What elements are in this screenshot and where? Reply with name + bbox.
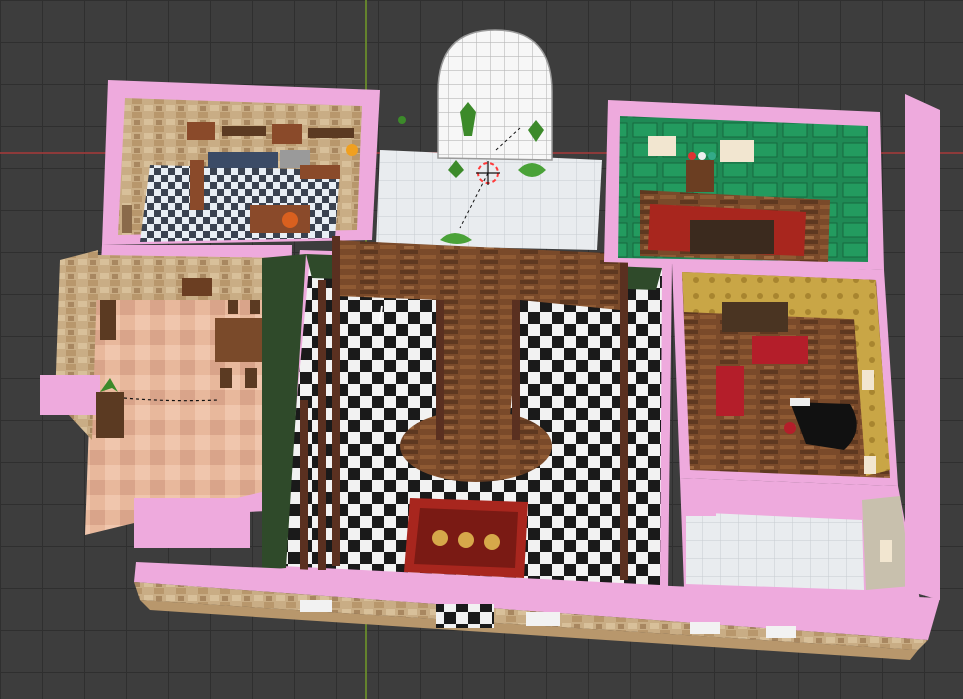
living-room[interactable] <box>672 262 898 486</box>
armchair <box>716 366 744 416</box>
study-desk <box>690 220 774 254</box>
sofa <box>752 336 808 364</box>
fireplace <box>722 302 788 332</box>
bathroom[interactable] <box>680 478 920 600</box>
light-object[interactable] <box>398 116 406 124</box>
kitchen-stove <box>208 152 278 168</box>
3d-viewport[interactable] <box>0 0 963 699</box>
hall-rug <box>404 498 528 578</box>
greenhouse-dome[interactable] <box>376 29 602 250</box>
kitchen-cabinet <box>187 122 215 140</box>
dining-room[interactable] <box>40 245 292 548</box>
kitchen-room[interactable] <box>102 80 380 245</box>
study-room[interactable] <box>604 100 884 270</box>
house-model[interactable] <box>0 0 963 699</box>
central-hall[interactable] <box>262 236 672 590</box>
kitchen-table <box>250 205 310 233</box>
